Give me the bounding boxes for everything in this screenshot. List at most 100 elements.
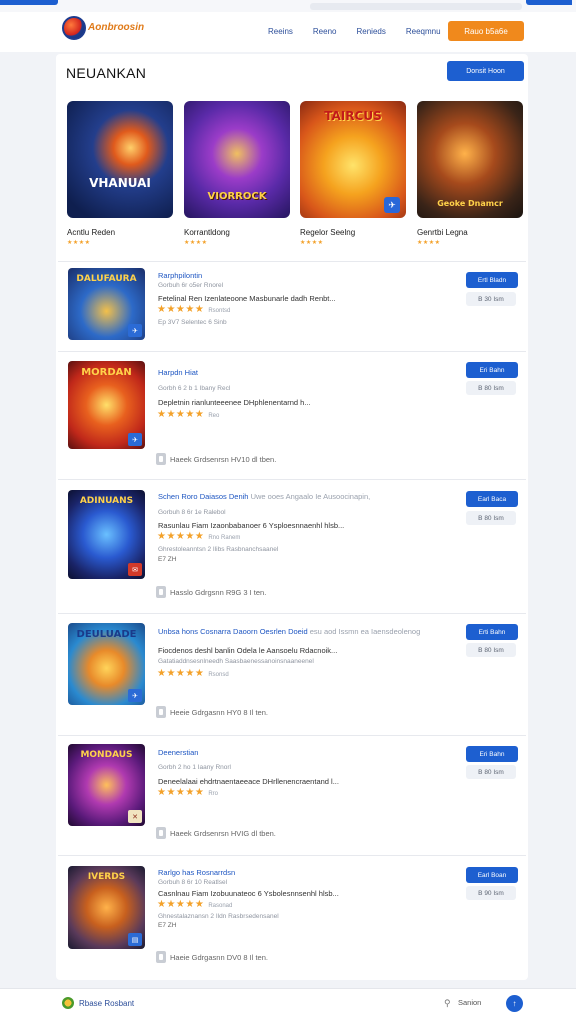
footer-site-name[interactable]: Rbase Rosbant [79,999,134,1008]
platform-badge-icon: ✉ [128,563,142,576]
rating-count: Reo [208,413,220,419]
lock-icon [156,453,166,465]
download-button[interactable]: Ertl Bladn [466,272,518,288]
game-list-item[interactable]: DALUFAURA ✈ Rarphpilontin Gorbuh 6r o5er… [58,261,526,351]
featured-card[interactable]: VIORROCK Korrantldong ★★★★ [184,101,290,246]
download-button[interactable]: Eri Bahn [466,362,518,378]
game-list-item[interactable]: DEULUADE ✈ Unbsa hons Cosnarra Daoorn Oe… [58,613,526,735]
game-meta: Gorbh 2 ho 1 Iaany Rnorl [158,764,231,771]
rating-stars: ★★★★★ [157,531,205,542]
platform-badge-icon: ✈ [128,324,142,337]
platform-badge-icon: ✈ [384,197,400,213]
download-button[interactable]: Erti Bahn [466,624,518,640]
game-description: Rasunlau Fiam Izaonbabanoer 6 Ysploesnna… [158,521,345,530]
game-meta: Gorbuh 8 6r 1e Ralebol [158,509,226,516]
signin-button[interactable]: Rauo b5a6e [448,21,524,41]
thumbnail-title: IVERDS [87,872,126,882]
thumbnail-title: DALUFAURA [76,274,137,284]
rating-count: Rro [208,791,218,797]
footer-text: Haeek Grdsenrsn HVIG dl tben. [170,828,276,838]
game-title[interactable]: Rarphpilontin [158,271,202,280]
footer-text: Heeie Gdrgasnn HY0 8 Il ten. [170,707,268,717]
game-title-main: Unbsa hons Cosnarra Daoorn Oesrlen Doeid [158,627,308,636]
featured-art-title: TAIRCUS [324,109,382,123]
thumbnail-title: DEULUADE [76,629,137,640]
nav-link-1[interactable]: Reeins [268,27,293,36]
download-button[interactable]: Earl Baca [466,491,518,507]
game-list-item[interactable]: MORDAN ✈ Harpdn Hiat Gorbh 6 2 b 1 Ibany… [58,351,526,479]
featured-art-title: VIORROCK [207,191,267,202]
game-tags: E7 ZH [158,556,177,563]
game-footer-info: Haeie Gdrgasnn DV0 8 Il ten. [156,951,268,963]
file-size-tag: B 90 Ism [466,886,516,900]
featured-card[interactable]: Geoke Dnamcr Genrtbi Legna ★★★★ [417,101,523,246]
lock-icon [156,951,166,963]
game-title[interactable]: Harpdn Hiat [158,368,198,377]
rating-stars: ★★★★★ [157,668,205,679]
rating-stars: ★★★★★ [157,409,205,420]
thumbnail-title: MORDAN [81,367,132,378]
featured-name: Korrantldong [184,228,230,237]
download-button[interactable]: Earl Boan [466,867,518,883]
featured-card[interactable]: TAIRCUS ✈ Regelor Seelng ★★★★ [300,101,406,246]
footer-text: Haeie Gdrgasnn DV0 8 Il ten. [170,952,268,962]
page-title: NEUANKAN [66,65,147,81]
game-rating: ★★★★★ Rsontsd [157,304,230,315]
featured-art: Geoke Dnamcr [417,101,523,218]
lock-icon [156,827,166,839]
game-title[interactable]: Deenerstian [158,748,198,757]
footer-logo-icon[interactable] [62,997,74,1009]
game-rating: ★★★★★ Reo [157,409,219,420]
header-action-button[interactable]: Donsit Hoon [447,61,524,81]
game-list-item[interactable]: IVERDS ▤ Rarlgo has Rosnarrdsn Gorbuh 8 … [58,855,526,977]
site-header: Aonbroosin Reeins Reeno Renieds Reeqmnu … [0,12,576,52]
arrow-up-icon: ↑ [512,999,517,1008]
featured-name: Acntlu Reden [67,228,116,237]
game-thumbnail: IVERDS ▤ [68,866,145,949]
game-subinfo: Ghnestalaznansn 2 Ildn Rasbrsedensanel [158,913,279,920]
game-title[interactable]: Unbsa hons Cosnarra Daoorn Oesrlen Doeid… [158,627,420,636]
featured-rating: ★★★★ [184,240,208,246]
game-title-extra: esu aod Issmn ea Iaensdeolenog [309,627,421,636]
game-title[interactable]: Rarlgo has Rosnarrdsn [158,868,235,877]
site-logo[interactable]: Aonbroosin [62,16,144,40]
strip-left-accent [0,0,58,5]
game-thumbnail: DEULUADE ✈ [68,623,145,705]
scroll-top-button[interactable]: ↑ [506,995,523,1012]
main-nav: Reeins Reeno Renieds Reeqmnu [268,27,441,36]
game-tags: E7 ZH [158,922,177,929]
game-title[interactable]: Schen Roro Daiasos Denih Uwe ooes Angaal… [158,492,370,501]
featured-name: Regelor Seelng [300,228,356,237]
game-description: Deneelalaai ehdrtnaentaeeace DHrllenencr… [158,777,339,786]
logo-emblem-icon [62,16,86,40]
game-rating: ★★★★★ Rro [157,787,218,798]
game-list-item[interactable]: MONDAUS ✕ Deenerstian Gorbh 2 ho 1 Iaany… [58,735,526,855]
game-footer-info: Haeek Grdsenrsn HVIG dl tben. [156,827,276,839]
featured-rating: ★★★★ [417,240,441,246]
nav-link-4[interactable]: Reeqmnu [406,27,441,36]
game-thumbnail: ADINUANS ✉ [68,490,145,579]
download-button[interactable]: Eri Bahn [466,746,518,762]
file-size-tag: B 80 Ism [466,381,516,395]
featured-rating: ★★★★ [300,240,324,246]
featured-art-title: VHANUAI [89,176,151,190]
featured-art: VIORROCK [184,101,290,218]
nav-link-3[interactable]: Renieds [356,27,385,36]
logo-name: Aonbroosin [88,22,145,33]
file-size-tag: B 30 Ism [466,292,516,306]
game-title-extra: Uwe ooes Angaalo Ie Ausoocinapin, [250,492,371,501]
game-description: Fetelinal Ren Izenlateoone Masbunarle da… [158,294,336,303]
featured-card[interactable]: VHANUAI Acntlu Reden ★★★★ [67,101,173,246]
share-icon[interactable]: ⚲ [444,998,451,1009]
game-meta: Gorbh 6 2 b 1 Ibany Recl [158,385,231,392]
nav-link-2[interactable]: Reeno [313,27,337,36]
rating-stars: ★★★★★ [157,787,205,798]
footer-search-link[interactable]: Sanion [458,998,481,1007]
rating-stars: ★★★★★ [157,899,205,910]
game-meta: Gorbuh 6r o5er Rnorel [158,282,224,289]
game-subinfo: Ghrestoleanntsn 2 Ilibs Rasbnanchsaanel [158,546,279,553]
game-list-item[interactable]: ADINUANS ✉ Schen Roro Daiasos Denih Uwe … [58,479,526,613]
game-meta: Gorbuh 8 6r 10 Reatlsel [158,879,228,886]
game-description: Fiocdenos deshl banlin Odela le Aansoelu… [158,646,338,655]
game-thumbnail: MONDAUS ✕ [68,744,145,826]
